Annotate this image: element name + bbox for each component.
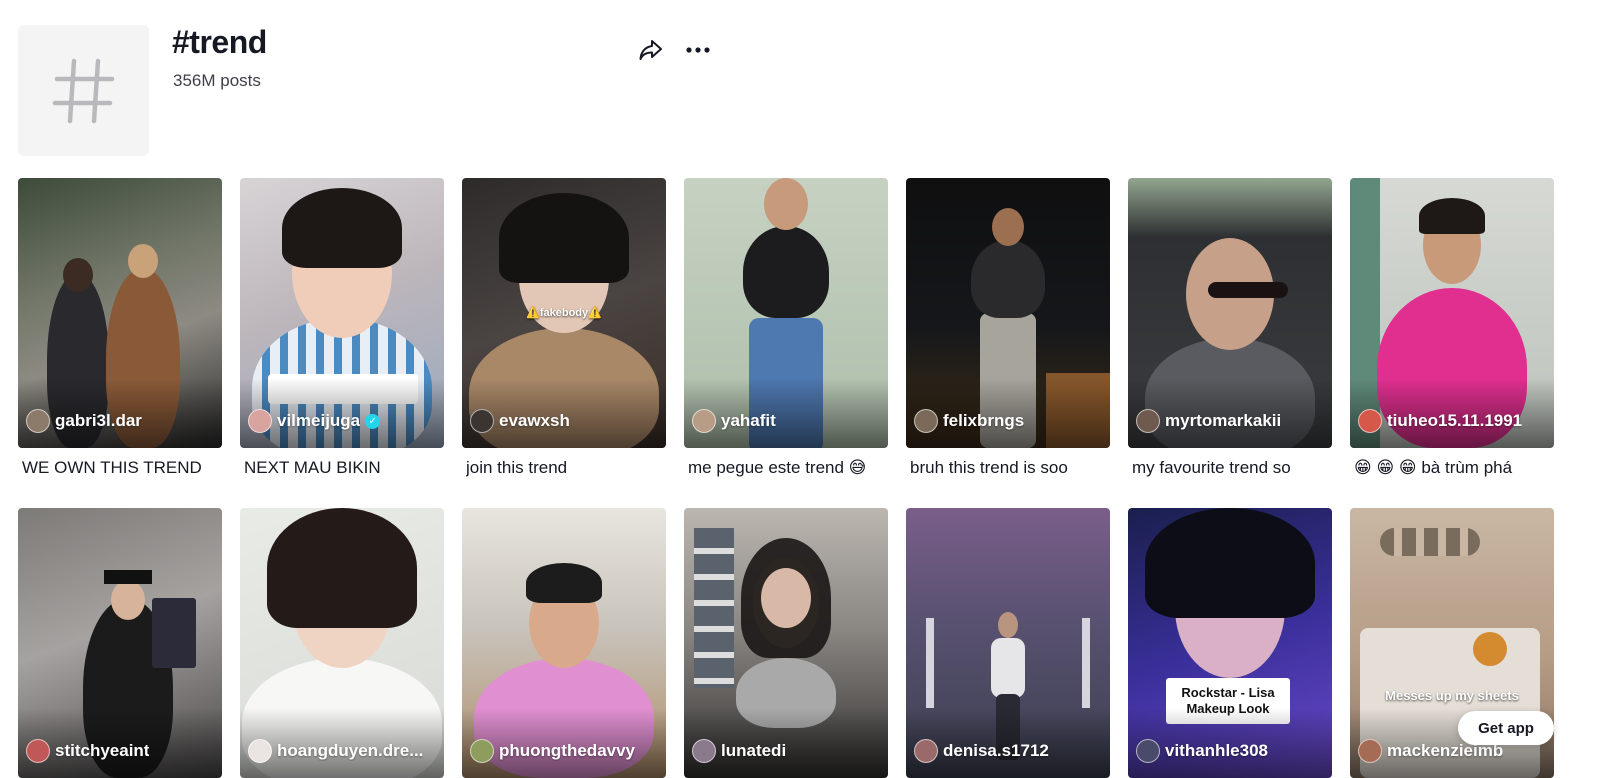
- hashtag-icon: [52, 58, 114, 123]
- author-name: tiuheo15.11.1991: [1387, 411, 1523, 430]
- get-app-button[interactable]: Get app: [1458, 711, 1554, 745]
- video-author[interactable]: myrtomarkakii: [1136, 409, 1281, 433]
- avatar: [1136, 409, 1160, 433]
- video-author[interactable]: tiuheo15.11.1991: [1358, 409, 1522, 433]
- video-caption[interactable]: join this trend: [466, 458, 666, 478]
- video-author[interactable]: phuongthedavvy: [470, 739, 635, 763]
- video-thumbnail[interactable]: stitchyeaint: [18, 508, 222, 778]
- avatar: [1358, 409, 1382, 433]
- video-caption[interactable]: WE OWN THIS TREND: [22, 458, 222, 478]
- author-name: phuongthedavvy: [499, 741, 636, 760]
- video-author[interactable]: hoangduyen.dre...: [248, 739, 423, 763]
- more-options-button[interactable]: [680, 32, 716, 68]
- video-caption[interactable]: my favourite trend so: [1132, 458, 1332, 478]
- video-author[interactable]: felixbrngs: [914, 409, 1024, 433]
- avatar: [1358, 739, 1382, 763]
- video-author[interactable]: vithanhle308: [1136, 739, 1268, 763]
- video-caption[interactable]: NEXT MAU BIKIN: [244, 458, 444, 478]
- author-name: denisa.s1712: [943, 741, 1049, 760]
- video-thumbnail[interactable]: ⚠️fakebody⚠️ evawxsh: [462, 178, 666, 448]
- video-overlay-text: Messes up my sheets: [1385, 688, 1519, 703]
- share-icon: [639, 40, 662, 60]
- video-caption[interactable]: me pegue este trend 😅: [688, 458, 888, 478]
- video-thumbnail[interactable]: hoangduyen.dre...: [240, 508, 444, 778]
- video-author[interactable]: denisa.s1712: [914, 739, 1049, 763]
- avatar: [470, 739, 494, 763]
- avatar: [914, 409, 938, 433]
- hashtag-avatar: [18, 25, 149, 156]
- share-button[interactable]: [633, 32, 669, 68]
- video-thumbnail[interactable]: yahafit: [684, 178, 888, 448]
- video-thumbnail[interactable]: lunatedi: [684, 508, 888, 778]
- video-thumbnail[interactable]: vilmeijuga ✓: [240, 178, 444, 448]
- author-name: vithanhle308: [1165, 741, 1268, 760]
- video-author[interactable]: gabri3l.dar: [26, 409, 142, 433]
- video-author[interactable]: yahafit: [692, 409, 776, 433]
- video-author[interactable]: vilmeijuga ✓: [248, 409, 381, 433]
- author-name: stitchyeaint: [55, 741, 150, 760]
- author-name: evawxsh: [499, 411, 570, 430]
- author-name: lunatedi: [721, 741, 787, 760]
- video-caption[interactable]: bruh this trend is soo: [910, 458, 1110, 478]
- avatar: [248, 739, 272, 763]
- video-thumbnail[interactable]: myrtomarkakii: [1128, 178, 1332, 448]
- verified-badge-icon: ✓: [365, 413, 381, 429]
- avatar: [26, 409, 50, 433]
- avatar: [914, 739, 938, 763]
- video-thumbnail[interactable]: gabri3l.dar: [18, 178, 222, 448]
- avatar: [26, 739, 50, 763]
- video-thumbnail[interactable]: Rockstar - Lisa Makeup Look vithanhle308: [1128, 508, 1332, 778]
- more-horizontal-icon: [686, 47, 710, 53]
- avatar: [248, 409, 272, 433]
- video-author[interactable]: lunatedi: [692, 739, 786, 763]
- author-name: hoangduyen.dre...: [277, 741, 424, 760]
- author-name: yahafit: [721, 411, 776, 430]
- avatar: [470, 409, 494, 433]
- video-author[interactable]: stitchyeaint: [26, 739, 149, 763]
- hashtag-header: #trend 356M posts: [0, 0, 1600, 170]
- video-thumbnail[interactable]: felixbrngs: [906, 178, 1110, 448]
- video-caption[interactable]: 😁 😁 😁 bà trùm phá: [1354, 458, 1554, 478]
- avatar: [692, 409, 716, 433]
- video-thumbnail[interactable]: tiuheo15.11.1991: [1350, 178, 1554, 448]
- avatar: [692, 739, 716, 763]
- author-name: myrtomarkakii: [1165, 411, 1282, 430]
- video-overlay-text: ⚠️fakebody⚠️: [526, 307, 602, 319]
- avatar: [1136, 739, 1160, 763]
- author-name: vilmeijuga: [277, 411, 361, 430]
- author-name: felixbrngs: [943, 411, 1025, 430]
- page-title: #trend: [172, 24, 267, 60]
- video-author[interactable]: evawxsh: [470, 409, 570, 433]
- video-thumbnail[interactable]: phuongthedavvy: [462, 508, 666, 778]
- author-name: gabri3l.dar: [55, 411, 142, 430]
- post-count: 356M posts: [173, 71, 261, 90]
- video-thumbnail[interactable]: denisa.s1712: [906, 508, 1110, 778]
